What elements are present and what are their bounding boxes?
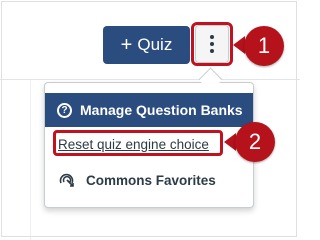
menu-item-reset-quiz-engine-choice[interactable]: Reset quiz engine choice	[45, 132, 253, 156]
quiz-options-button[interactable]	[195, 25, 229, 63]
add-quiz-button[interactable]: + Quiz	[103, 26, 190, 64]
menu-item-label: Reset quiz engine choice	[58, 136, 209, 152]
menu-item-commons-favorites[interactable]: Commons Favorites	[45, 165, 253, 195]
kebab-dot-icon	[210, 49, 214, 53]
kebab-dot-icon	[210, 35, 214, 39]
annotation-step-2-badge: 2	[235, 122, 275, 162]
menu-item-label: Manage Question Banks	[80, 102, 243, 118]
menu-item-manage-question-banks[interactable]: ? Manage Question Banks	[45, 93, 253, 127]
kebab-dot-icon	[210, 42, 214, 46]
quiz-options-menu: ? Manage Question Banks Reset quiz engin…	[44, 82, 254, 208]
annotation-step-1-badge: 1	[244, 26, 284, 66]
add-quiz-label: Quiz	[137, 35, 173, 54]
screenshot-canvas: + Quiz 1 ? Manage Question Banks Reset q…	[0, 0, 300, 240]
menu-item-label: Commons Favorites	[86, 172, 216, 188]
question-circle-icon: ?	[57, 102, 72, 118]
plus-icon: +	[120, 34, 133, 56]
page-side-panel	[0, 80, 31, 240]
page-divider-horizontal	[0, 79, 300, 80]
commons-icon	[59, 173, 74, 187]
